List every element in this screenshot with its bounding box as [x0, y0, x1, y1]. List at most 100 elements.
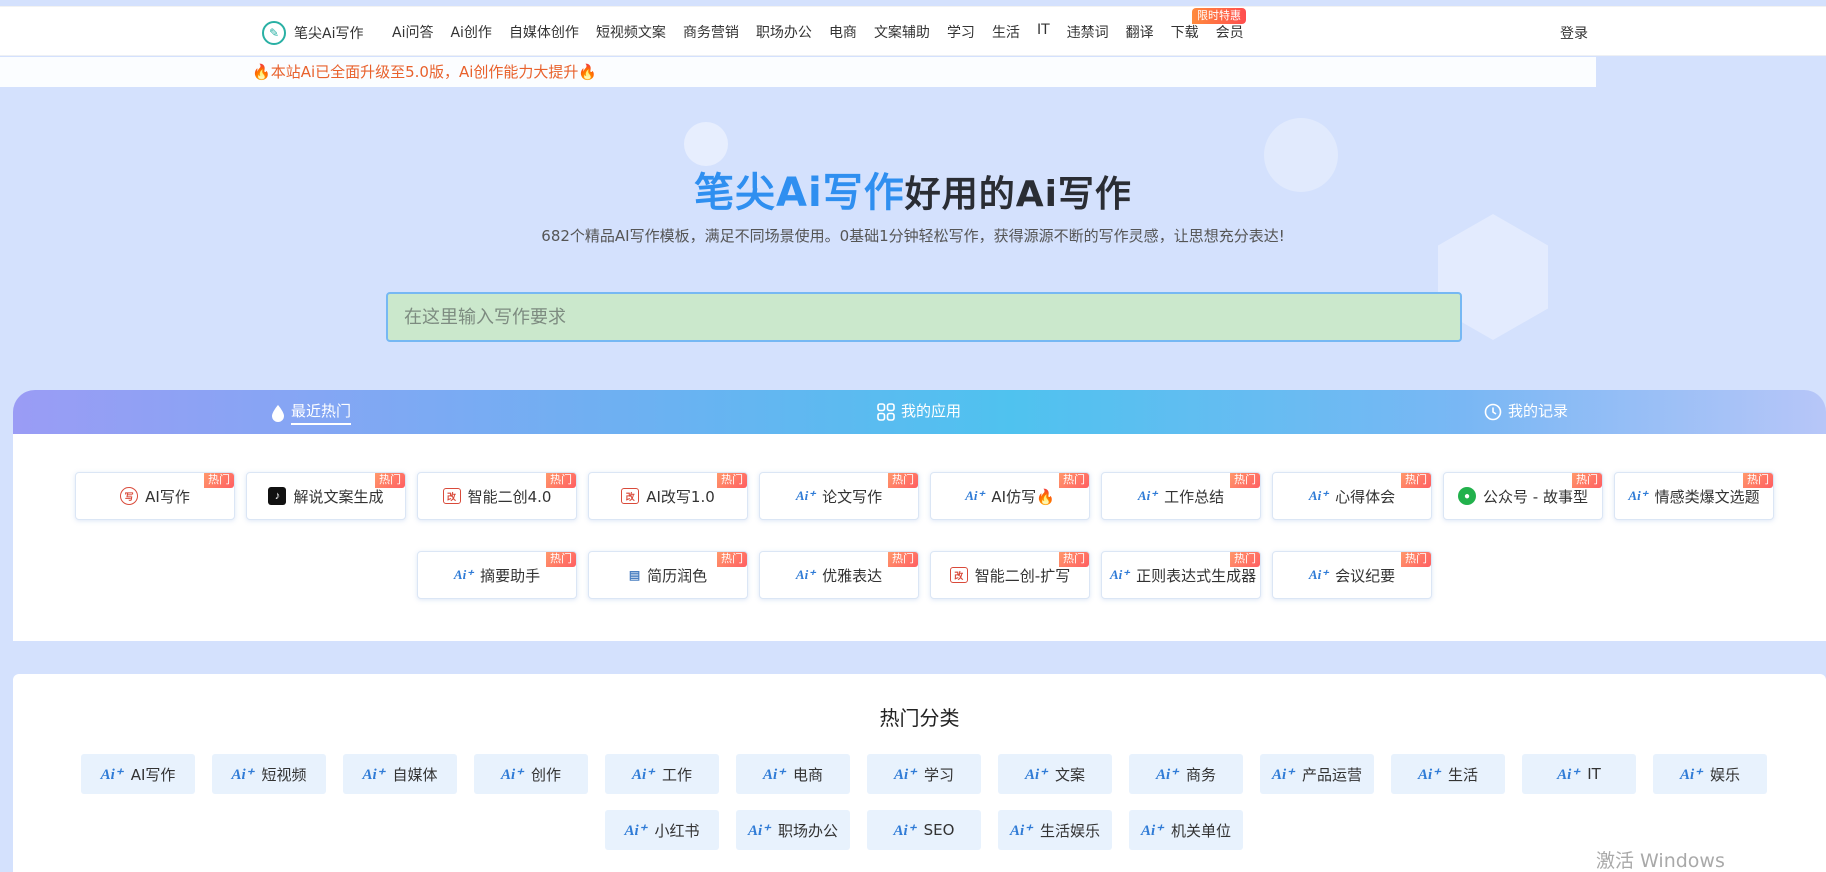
- nav-item-translate[interactable]: 翻译: [1126, 22, 1154, 42]
- category-ai-write[interactable]: Ai⁺ AI写作: [81, 754, 195, 794]
- app-card-elegant-expression[interactable]: Ai⁺ 优雅表达 热门: [759, 551, 919, 599]
- resume-icon: ▤: [628, 567, 641, 582]
- nav-item-ecommerce[interactable]: 电商: [829, 22, 857, 42]
- app-card-meeting-minutes[interactable]: Ai⁺ 会议纪要 热门: [1272, 551, 1432, 599]
- category-seo[interactable]: Ai⁺ SEO: [867, 810, 981, 850]
- app-card-wechat-story[interactable]: ● 公众号 - 故事型 热门: [1443, 472, 1603, 520]
- category-xiaohongshu[interactable]: Ai⁺ 小红书: [605, 810, 719, 850]
- category-office[interactable]: Ai⁺ 职场办公: [736, 810, 850, 850]
- clock-icon: [1484, 403, 1502, 420]
- categories-title: 热门分类: [879, 706, 960, 730]
- app-card-regex-generator[interactable]: Ai⁺ 正则表达式生成器 热门: [1101, 551, 1261, 599]
- app-card-label: 会议纪要: [1335, 566, 1396, 585]
- hot-badge: 热门: [888, 473, 918, 488]
- category-short-video[interactable]: Ai⁺ 短视频: [212, 754, 326, 794]
- writing-prompt-input[interactable]: [386, 292, 1462, 342]
- tab-my-records[interactable]: 我的记录: [1484, 400, 1568, 423]
- hot-badge: 热门: [1230, 473, 1260, 488]
- ai-icon: Ai⁺: [795, 567, 816, 582]
- hot-badge: 热门: [1401, 552, 1431, 567]
- tab-recent-hot[interactable]: 最近热门: [271, 400, 352, 425]
- ai-icon: Ai⁺: [1155, 766, 1179, 783]
- app-card-label: 工作总结: [1164, 487, 1225, 506]
- app-card-smart-expand[interactable]: 改智能二创-扩写 热门: [930, 551, 1090, 599]
- ai-icon: Ai⁺: [1140, 822, 1164, 839]
- nav-item-business[interactable]: 商务营销: [683, 22, 739, 42]
- category-label: 电商: [793, 765, 824, 784]
- app-card-smart-rewrite-4[interactable]: 改智能二创4.0 热门: [417, 472, 577, 520]
- app-tabs: 最近热门 我的应用 我的记录: [13, 390, 1826, 434]
- vip-promo-badge: 限时特惠: [1192, 8, 1246, 24]
- category-label: 商务: [1186, 765, 1217, 784]
- tab-label: 最近热门: [291, 400, 352, 425]
- announcement-message: 本站Ai已全面升级至5.0版，Ai创作能力大提升: [270, 63, 579, 81]
- category-label: 学习: [924, 765, 955, 784]
- pen-logo-icon: ✎: [262, 21, 286, 45]
- category-self-media[interactable]: Ai⁺ 自媒体: [343, 754, 457, 794]
- app-card-ai-imitate[interactable]: Ai⁺ AI仿写🔥 热门: [930, 472, 1090, 520]
- app-card-emotional-topics[interactable]: Ai⁺ 情感类爆文选题 热门: [1614, 472, 1774, 520]
- app-card-label: 情感类爆文选题: [1654, 487, 1760, 506]
- category-business[interactable]: Ai⁺ 商务: [1129, 754, 1243, 794]
- category-ecommerce[interactable]: Ai⁺ 电商: [736, 754, 850, 794]
- app-card-reflection[interactable]: Ai⁺ 心得体会 热门: [1272, 472, 1432, 520]
- app-card-summary-helper[interactable]: Ai⁺ 摘要助手 热门: [417, 551, 577, 599]
- main-nav: Ai问答 Ai创作 自媒体创作 短视频文案 商务营销 职场办公 电商 文案辅助 …: [392, 22, 1244, 42]
- category-label: 机关单位: [1171, 821, 1232, 840]
- hot-badge: 热门: [888, 552, 918, 567]
- category-label: 生活: [1448, 765, 1479, 784]
- ai-icon: Ai⁺: [1308, 567, 1329, 582]
- ai-icon: Ai⁺: [1628, 488, 1648, 503]
- nav-item-copy-assist[interactable]: 文案辅助: [874, 22, 930, 42]
- category-copywriting[interactable]: Ai⁺ 文案: [998, 754, 1112, 794]
- hot-badge: 热门: [717, 552, 747, 567]
- category-entertainment[interactable]: Ai⁺ 娱乐: [1653, 754, 1767, 794]
- wechat-icon: ●: [1458, 487, 1477, 505]
- app-card-label: AI仿写🔥: [991, 487, 1055, 506]
- category-product-ops[interactable]: Ai⁺ 产品运营: [1260, 754, 1374, 794]
- login-link[interactable]: 登录: [1560, 23, 1588, 43]
- rewrite-icon: 改: [949, 567, 968, 583]
- app-card-thesis[interactable]: Ai⁺ 论文写作 热门: [759, 472, 919, 520]
- category-study[interactable]: Ai⁺ 学习: [867, 754, 981, 794]
- category-life[interactable]: Ai⁺ 生活: [1391, 754, 1505, 794]
- ai-icon: Ai⁺: [1679, 766, 1703, 783]
- nav-item-life[interactable]: 生活: [992, 22, 1020, 42]
- fire-icon: 🔥: [578, 63, 598, 81]
- ai-icon: Ai⁺: [1110, 567, 1130, 582]
- ai-icon: Ai⁺: [362, 766, 385, 783]
- nav-item-download[interactable]: 下载: [1171, 22, 1199, 42]
- app-card-label: 公众号 - 故事型: [1483, 487, 1588, 506]
- hot-badge: 热门: [717, 473, 747, 488]
- nav-item-office[interactable]: 职场办公: [756, 22, 812, 42]
- nav-item-self-media[interactable]: 自媒体创作: [509, 22, 579, 42]
- hot-categories-panel: 热门分类 Ai⁺ AI写作 Ai⁺ 短视频 Ai⁺ 自媒体 Ai⁺ 创作 Ai⁺ 工作 A…: [13, 674, 1826, 872]
- ai-icon: Ai⁺: [1308, 488, 1329, 503]
- category-life-entertainment[interactable]: Ai⁺ 生活娱乐: [998, 810, 1112, 850]
- category-work[interactable]: Ai⁺ 工作: [605, 754, 719, 794]
- nav-item-short-video[interactable]: 短视频文案: [596, 22, 666, 42]
- app-card-label: 心得体会: [1335, 487, 1396, 506]
- nav-item-vip[interactable]: 会员: [1216, 22, 1244, 42]
- hot-apps-panel: 写 AI写作 热门 ♪ 解说文案生成 热门 改智能二创4.0 热门 改 AI改写1.0 热门 …: [13, 434, 1826, 641]
- app-card-label: 智能二创-扩写: [974, 566, 1071, 585]
- app-card-work-summary[interactable]: Ai⁺ 工作总结 热门: [1101, 472, 1261, 520]
- site-logo[interactable]: ✎ 笔尖Ai写作: [262, 21, 363, 45]
- category-creation[interactable]: Ai⁺ 创作: [474, 754, 588, 794]
- app-card-ai-rewrite[interactable]: 改 AI改写1.0 热门: [588, 472, 748, 520]
- nav-item-it[interactable]: IT: [1037, 22, 1050, 42]
- nav-item-ai-qa[interactable]: Ai问答: [392, 22, 433, 42]
- app-card-label: AI改写1.0: [646, 487, 715, 506]
- nav-item-ai-create[interactable]: Ai创作: [450, 22, 491, 42]
- app-card-resume-polish[interactable]: ▤ 简历润色 热门: [588, 551, 748, 599]
- app-card-label: 正则表达式生成器: [1136, 566, 1257, 585]
- app-card-narration[interactable]: ♪ 解说文案生成 热门: [246, 472, 406, 520]
- category-label: AI写作: [130, 765, 176, 784]
- app-card-ai-write[interactable]: 写 AI写作 热门: [75, 472, 235, 520]
- category-it[interactable]: Ai⁺ IT: [1522, 754, 1636, 794]
- category-government[interactable]: Ai⁺ 机关单位: [1129, 810, 1243, 850]
- nav-item-study[interactable]: 学习: [947, 22, 975, 42]
- nav-item-banned-words[interactable]: 违禁词: [1067, 22, 1109, 42]
- announcement-text[interactable]: 🔥本站Ai已全面升级至5.0版，Ai创作能力大提升🔥: [252, 61, 597, 82]
- tab-my-apps[interactable]: 我的应用: [877, 400, 961, 423]
